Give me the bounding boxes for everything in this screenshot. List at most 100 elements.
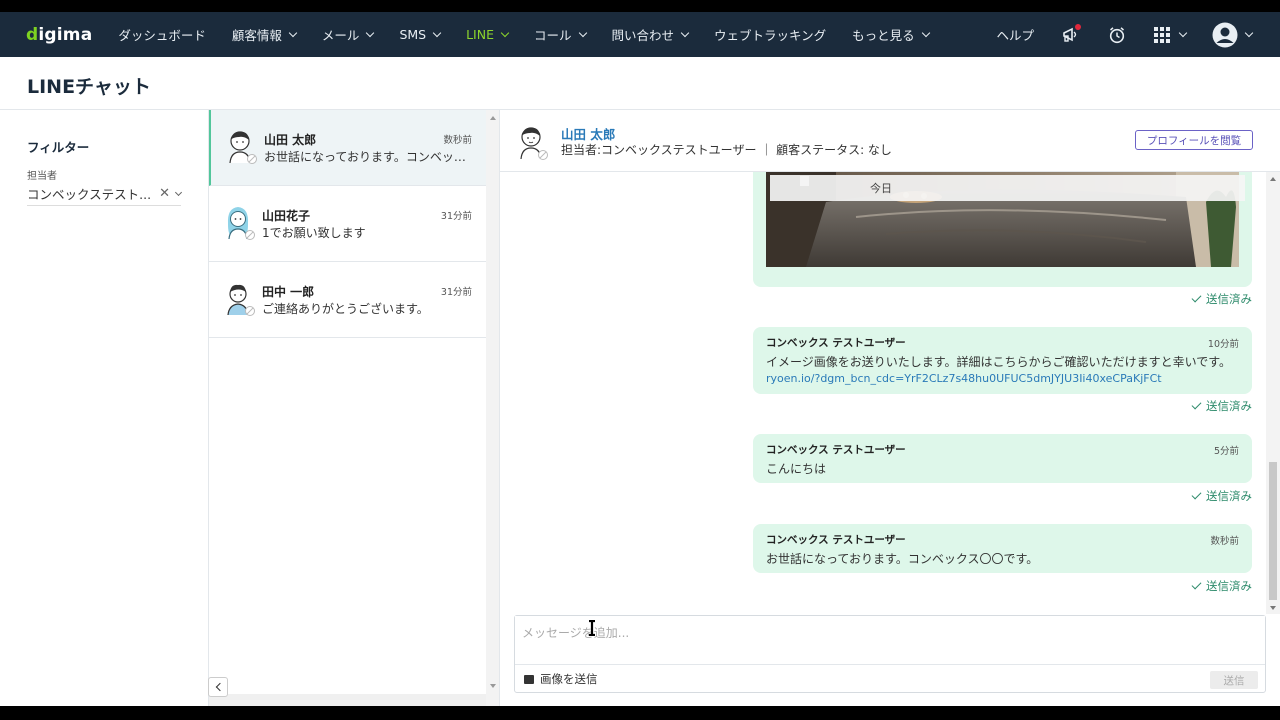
sent-status-label: 送信済み bbox=[1206, 399, 1252, 413]
check-icon bbox=[1191, 579, 1202, 590]
conversation-list: 山田 太郎 数秒前お世話になっております。コンベックス〇〇です。山田花子 31分前 1… bbox=[209, 110, 486, 694]
message-sender: コンベックス テストユーザー bbox=[766, 534, 906, 546]
filter-title: フィルター bbox=[27, 140, 90, 155]
conversation-item[interactable]: 山田 太郎 数秒前お世話になっております。コンベックス〇〇です。 bbox=[209, 110, 486, 186]
nav-item-5[interactable]: コール bbox=[534, 25, 587, 44]
collapse-panel-button[interactable] bbox=[208, 677, 228, 697]
conversation-preview: 1でお願い致します bbox=[262, 226, 366, 240]
chevron-down-icon bbox=[680, 28, 690, 38]
scroll-up-arrow-icon[interactable] bbox=[1270, 177, 1276, 181]
nav-item-label: LINE bbox=[466, 27, 494, 42]
chevron-down-icon[interactable] bbox=[174, 188, 183, 196]
nav-menu: ダッシュボード 顧客情報 メール SMS LINE コール 問い合わせ ウェブトラッキング もっ… bbox=[118, 25, 954, 44]
message-input[interactable] bbox=[515, 616, 1265, 665]
chevron-left-icon bbox=[215, 682, 224, 692]
clear-icon[interactable]: ✕ bbox=[159, 186, 170, 201]
check-icon bbox=[1191, 399, 1202, 410]
chevron-down-icon bbox=[288, 28, 298, 38]
message-bubble: コンベックス テストユーザー 5分前 こんにちは bbox=[753, 434, 1252, 483]
conversation-item[interactable]: 田中 一郎 31分前 ご連絡ありがとうございます。 bbox=[209, 262, 486, 338]
message-text: イメージ画像をお送りいたします。詳細はこちらからご確認いただけますと幸いです。 bbox=[766, 355, 1232, 369]
chat-panel: 山田 太郎 担当者:コンベックステストユーザー ｜ 顧客ステータス: なし プロ… bbox=[500, 110, 1280, 706]
screen-top-border bbox=[0, 0, 1280, 12]
sent-status-label: 送信済み bbox=[1206, 579, 1252, 593]
conversation-name: 山田花子 bbox=[262, 209, 311, 223]
page-title: LINEチャット bbox=[27, 76, 151, 98]
contact-subtitle: 担当者:コンベックステストユーザー ｜ 顧客ステータス: なし bbox=[561, 143, 892, 157]
screen-bottom-border bbox=[0, 706, 1280, 720]
notification-badge bbox=[1075, 23, 1081, 30]
message-link[interactable]: ryoen.io/?dgm_bcn_cdc=YrF2CLz7s48hu0UFUC… bbox=[766, 372, 1162, 385]
image-icon bbox=[524, 674, 534, 684]
conversation-item[interactable]: 山田花子 31分前 1でお願い致します bbox=[209, 186, 486, 262]
filter-panel: フィルター 担当者 コンベックステスト... ✕ bbox=[0, 110, 209, 706]
nav-item-label: ウェブトラッキング bbox=[714, 28, 827, 43]
nav-item-4[interactable]: LINE bbox=[466, 27, 510, 42]
chevron-down-icon bbox=[432, 28, 442, 38]
date-divider: 今日 bbox=[770, 175, 1245, 201]
nav-item-label: コール bbox=[534, 28, 572, 43]
nav-item-label: メール bbox=[321, 28, 360, 43]
sent-status: 送信済み bbox=[1191, 488, 1252, 504]
contact-avatar bbox=[227, 207, 255, 240]
message-sender: コンベックス テストユーザー bbox=[766, 337, 906, 349]
conversation-time: 数秒前 bbox=[443, 135, 472, 146]
sent-status: 送信済み bbox=[1191, 291, 1252, 307]
nav-item-label: SMS bbox=[399, 27, 427, 42]
nav-item-3[interactable]: SMS bbox=[399, 27, 442, 42]
send-image-label: 画像を送信 bbox=[540, 672, 598, 686]
nav-item-6[interactable]: 問い合わせ bbox=[611, 25, 690, 44]
user-avatar-icon[interactable] bbox=[1212, 22, 1254, 47]
nav-item-label: ダッシュボード bbox=[118, 28, 206, 43]
send-button[interactable]: 送信 bbox=[1210, 671, 1258, 689]
conversation-list-scrollbar[interactable] bbox=[486, 110, 500, 706]
logo-text: igima bbox=[38, 24, 93, 45]
nav-item-8[interactable]: もっと見る bbox=[852, 25, 930, 44]
scroll-down-arrow-icon[interactable] bbox=[1270, 606, 1276, 610]
message-thread-scrollbar[interactable] bbox=[1266, 172, 1280, 614]
view-profile-button[interactable]: プロフィールを閲覧 bbox=[1135, 130, 1253, 150]
send-image-button[interactable]: 画像を送信 bbox=[524, 671, 598, 687]
conversation-list-hscrollbar[interactable] bbox=[209, 694, 486, 706]
message-bubble: コンベックス テストユーザー 10分前 イメージ画像をお送りいたします。詳細はこ… bbox=[753, 327, 1252, 394]
chat-header: 山田 太郎 担当者:コンベックステストユーザー ｜ 顧客ステータス: なし プロ… bbox=[500, 110, 1280, 172]
megaphone-icon[interactable] bbox=[1060, 23, 1082, 46]
page-header: LINEチャット bbox=[0, 57, 1280, 110]
nav-item-label: もっと見る bbox=[852, 28, 915, 43]
chevron-down-icon bbox=[1178, 28, 1188, 38]
message-text: お世話になっております。コンベックス〇〇です。 bbox=[766, 552, 1039, 566]
message-time: 5分前 bbox=[1213, 446, 1239, 457]
nav-item-0[interactable]: ダッシュボード bbox=[118, 25, 206, 44]
alarm-clock-icon[interactable] bbox=[1106, 24, 1128, 46]
assignee-label: 担当者 bbox=[27, 171, 57, 182]
digima-logo[interactable]: digima bbox=[26, 25, 92, 45]
nav-item-2[interactable]: メール bbox=[321, 25, 375, 44]
nav-item-label: 問い合わせ bbox=[611, 28, 675, 43]
assignee-value: コンベックステスト... bbox=[27, 187, 152, 202]
message-bubble: コンベックス テストユーザー 数秒前 お世話になっております。コンベックス〇〇で… bbox=[753, 524, 1252, 573]
message-time: 10分前 bbox=[1207, 339, 1239, 350]
help-link[interactable]: ヘルプ bbox=[996, 25, 1034, 44]
sent-status: 送信済み bbox=[1191, 578, 1252, 594]
conversation-preview: ご連絡ありがとうございます。 bbox=[262, 302, 429, 316]
nav-item-7[interactable]: ウェブトラッキング bbox=[714, 25, 826, 44]
nav-right-group: ヘルプ bbox=[996, 12, 1280, 57]
nav-item-1[interactable]: 顧客情報 bbox=[231, 25, 298, 44]
check-icon bbox=[1191, 292, 1202, 303]
apps-grid-icon[interactable] bbox=[1152, 24, 1188, 46]
conversation-name: 山田 太郎 bbox=[264, 133, 317, 147]
text-cursor-icon bbox=[589, 620, 595, 636]
nav-item-label: 顧客情報 bbox=[231, 28, 282, 43]
sent-status-label: 送信済み bbox=[1206, 489, 1252, 503]
sent-status: 送信済み bbox=[1191, 398, 1252, 414]
conversation-preview: お世話になっております。コンベックス〇〇です。 bbox=[264, 150, 476, 164]
chevron-down-icon bbox=[500, 28, 510, 38]
message-composer: 画像を送信 送信 bbox=[514, 615, 1266, 693]
chevron-down-icon bbox=[1244, 28, 1254, 38]
scroll-up-arrow-icon[interactable] bbox=[490, 116, 496, 120]
assignee-select[interactable]: コンベックステスト... ✕ bbox=[27, 182, 183, 206]
scrollbar-thumb[interactable] bbox=[1269, 462, 1277, 600]
scroll-down-arrow-icon[interactable] bbox=[490, 684, 496, 688]
contact-avatar bbox=[520, 127, 548, 160]
sent-status-label: 送信済み bbox=[1206, 292, 1252, 306]
